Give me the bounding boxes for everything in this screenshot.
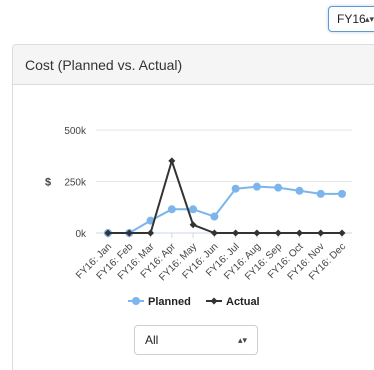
select-arrows-icon: ▴▾ bbox=[237, 335, 247, 345]
actual-point bbox=[253, 229, 261, 237]
planned-point bbox=[231, 184, 240, 193]
actual-point bbox=[189, 221, 197, 229]
filter-select[interactable]: All ▴▾ bbox=[134, 325, 258, 355]
y-axis-label: $ bbox=[45, 177, 51, 189]
planned-point bbox=[167, 205, 176, 214]
actual-point bbox=[232, 229, 240, 237]
planned-point bbox=[274, 183, 283, 192]
legend-item-actual: Actual bbox=[226, 296, 260, 308]
series-line-actual bbox=[108, 159, 342, 234]
actual-point bbox=[274, 229, 282, 237]
page: FY16 ▴▾ Cost (Planned vs. Actual) 0k 250k… bbox=[0, 0, 374, 370]
planned-point bbox=[338, 189, 346, 198]
planned-point bbox=[316, 189, 325, 198]
cost-line-chart: 0k250k500k$FY16: JanFY16: FebFY16: MarFY… bbox=[45, 126, 352, 308]
y-tick-label: 250k bbox=[64, 178, 87, 189]
planned-point bbox=[252, 182, 261, 191]
actual-point bbox=[210, 229, 218, 237]
legend-marker-icon bbox=[132, 297, 140, 305]
planned-point bbox=[189, 205, 198, 214]
y-tick-label: 500k bbox=[64, 126, 87, 137]
series-line-planned bbox=[108, 185, 342, 234]
actual-point bbox=[338, 229, 346, 237]
y-tick-label: 0k bbox=[75, 229, 87, 240]
actual-point bbox=[295, 229, 303, 237]
filter-select-value: All bbox=[145, 333, 159, 347]
actual-point bbox=[147, 229, 155, 237]
legend-marker-icon bbox=[210, 297, 218, 305]
actual-point bbox=[317, 229, 325, 237]
planned-point bbox=[210, 212, 219, 221]
planned-point bbox=[295, 186, 304, 195]
actual-point bbox=[168, 157, 176, 165]
legend-item-planned: Planned bbox=[148, 296, 191, 308]
